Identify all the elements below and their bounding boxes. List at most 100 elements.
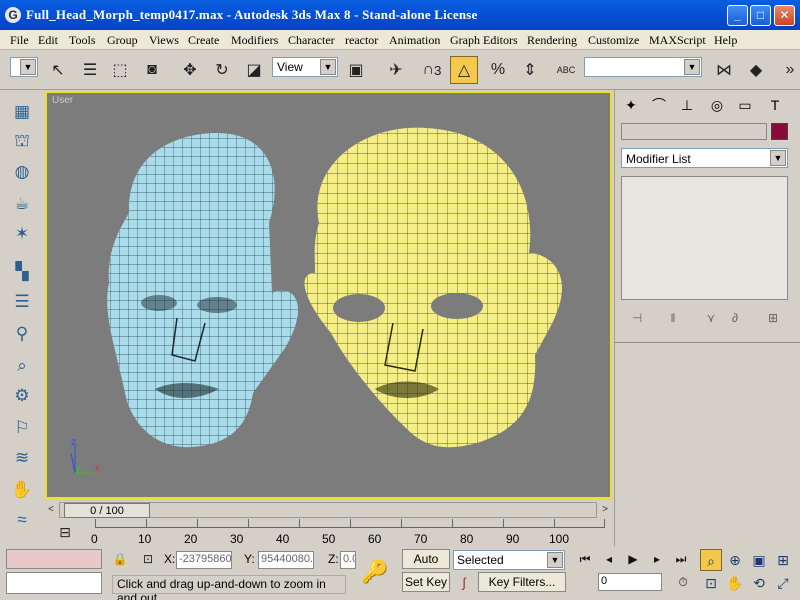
- hierarchy-tab-icon[interactable]: ⊥: [675, 94, 699, 116]
- menu-reactor[interactable]: reactor: [345, 33, 378, 48]
- menu-views[interactable]: Views: [149, 33, 179, 48]
- hand-icon[interactable]: ✋: [10, 478, 34, 502]
- time-slider-track[interactable]: 0 / 100: [59, 502, 597, 518]
- star-icon[interactable]: ✶: [10, 222, 34, 246]
- pin-stack-icon[interactable]: ⊣: [625, 308, 649, 328]
- modifier-list-dropdown[interactable]: Modifier List ▼: [621, 148, 788, 168]
- key-icon[interactable]: 🔑: [352, 549, 398, 595]
- menu-customize[interactable]: Customize: [588, 33, 639, 48]
- weathervane-icon[interactable]: ⚐: [10, 416, 34, 440]
- modify-tab-icon[interactable]: ⌒: [647, 94, 671, 116]
- move-icon[interactable]: ✥: [176, 56, 204, 84]
- menu-graph-editors[interactable]: Graph Editors: [450, 33, 518, 48]
- menu-rendering[interactable]: Rendering: [527, 33, 577, 48]
- show-end-result-icon[interactable]: ‖: [661, 308, 685, 328]
- set-key-button[interactable]: Set Key: [402, 572, 450, 592]
- camera-icon[interactable]: ⌕: [10, 354, 34, 378]
- percent-snap-icon[interactable]: %: [484, 56, 512, 84]
- box-icon[interactable]: ▦: [10, 100, 34, 124]
- x-coordinate-field[interactable]: -23795860: [176, 551, 232, 569]
- time-configuration-icon[interactable]: ⏱: [672, 572, 694, 592]
- curve-editor-icon[interactable]: ∫: [454, 572, 474, 592]
- teapot-icon[interactable]: ☕: [10, 192, 34, 216]
- rotate-icon[interactable]: ↻: [208, 56, 236, 84]
- menu-create[interactable]: Create: [188, 33, 219, 48]
- lock-selection-icon[interactable]: 🔒: [110, 549, 130, 569]
- gear-icon[interactable]: ⚙: [10, 384, 34, 408]
- go-to-start-icon[interactable]: ⏮: [574, 549, 596, 569]
- shirt-icon[interactable]: ⛫: [10, 130, 34, 154]
- spinner-snap-icon[interactable]: ⇕: [516, 56, 544, 84]
- motion-tab-icon[interactable]: ◎: [705, 94, 729, 116]
- snap-toggle-icon[interactable]: ∩ 3: [418, 56, 446, 84]
- time-slider-thumb[interactable]: 0 / 100: [64, 503, 150, 518]
- scale-icon[interactable]: ◪: [240, 56, 268, 84]
- bone-icon[interactable]: ⚲: [10, 322, 34, 346]
- zoom-icon[interactable]: ⌕: [700, 549, 722, 571]
- maxscript-listener-macro[interactable]: [6, 549, 102, 569]
- named-selection-dropdown[interactable]: ▼: [584, 57, 702, 77]
- previous-frame-icon[interactable]: ◂: [598, 549, 620, 569]
- toolbar-more-icon[interactable]: »: [776, 56, 800, 84]
- align-icon[interactable]: ◆: [742, 56, 770, 84]
- menu-file[interactable]: File: [10, 33, 29, 48]
- minimize-button[interactable]: _: [727, 5, 748, 26]
- play-icon[interactable]: ▶: [622, 549, 644, 569]
- angle-snap-icon[interactable]: △: [450, 56, 478, 84]
- menu-character[interactable]: Character: [288, 33, 335, 48]
- maximize-button[interactable]: □: [750, 5, 771, 26]
- selection-filter-dropdown[interactable]: ▼: [10, 57, 38, 77]
- create-tab-icon[interactable]: ✦: [619, 94, 643, 116]
- key-mode-dropdown[interactable]: Selected ▼: [453, 550, 565, 570]
- wave-icon[interactable]: ≈: [10, 508, 34, 532]
- modifier-stack[interactable]: [621, 176, 788, 300]
- auto-key-button[interactable]: Auto Key: [402, 549, 450, 584]
- select-object-icon[interactable]: ↖: [44, 56, 72, 84]
- right-head-mesh[interactable]: [304, 127, 562, 448]
- track-bar[interactable]: ⊟ 0 10 20 30 40 50 60 70 80 90 100: [45, 519, 612, 546]
- menu-animation[interactable]: Animation: [389, 33, 440, 48]
- menu-group[interactable]: Group: [107, 33, 138, 48]
- close-button[interactable]: ✕: [774, 5, 795, 26]
- key-filters-button[interactable]: Key Filters...: [478, 572, 566, 592]
- select-and-manipulate-icon[interactable]: ✈: [382, 56, 410, 84]
- edit-named-selection-icon[interactable]: ABC: [552, 56, 580, 84]
- utilities-tab-icon[interactable]: T: [763, 94, 787, 116]
- open-mini-curve-editor-icon[interactable]: ⊟: [53, 521, 77, 543]
- zoom-all-icon[interactable]: ⊕: [724, 549, 746, 571]
- mirror-icon[interactable]: ⋈: [710, 56, 738, 84]
- parameters-rollout[interactable]: [615, 342, 800, 542]
- time-next-button[interactable]: >: [599, 502, 611, 518]
- pan-icon[interactable]: ✋: [724, 572, 746, 594]
- object-name-field[interactable]: [621, 123, 767, 140]
- menu-help[interactable]: Help: [714, 33, 737, 48]
- y-coordinate-field[interactable]: 95440080.: [258, 551, 314, 569]
- time-prev-button[interactable]: <: [45, 502, 57, 518]
- zoom-extents-all-icon[interactable]: ⊞: [772, 549, 794, 571]
- make-unique-icon[interactable]: ⋎: [699, 308, 723, 328]
- current-frame-field[interactable]: 0: [598, 573, 662, 591]
- next-frame-icon[interactable]: ▸: [646, 549, 668, 569]
- select-by-name-icon[interactable]: ☰: [76, 56, 104, 84]
- app-icon[interactable]: G: [5, 7, 21, 23]
- stack-icon[interactable]: ☰: [10, 290, 34, 314]
- remove-modifier-icon[interactable]: ∂: [723, 308, 747, 328]
- menu-modifiers[interactable]: Modifiers: [231, 33, 278, 48]
- absolute-transform-icon[interactable]: ⊡: [138, 549, 158, 569]
- menu-tools[interactable]: Tools: [69, 33, 96, 48]
- checker-icon[interactable]: ▚: [10, 260, 34, 284]
- left-head-mesh[interactable]: [107, 133, 299, 448]
- selection-region-icon[interactable]: ⬚: [106, 56, 134, 84]
- menu-edit[interactable]: Edit: [38, 33, 58, 48]
- pivot-center-icon[interactable]: ▣: [342, 56, 370, 84]
- window-crossing-icon[interactable]: ◙: [138, 56, 166, 84]
- maxscript-listener-input[interactable]: [6, 572, 102, 594]
- menu-maxscript[interactable]: MAXScript: [649, 33, 706, 48]
- display-tab-icon[interactable]: ▭: [733, 94, 757, 116]
- region-zoom-icon[interactable]: ⊡: [700, 572, 722, 594]
- reference-coordinate-dropdown[interactable]: View ▼: [272, 57, 338, 77]
- configure-sets-icon[interactable]: ⊞: [761, 308, 785, 328]
- arc-rotate-icon[interactable]: ⟲: [748, 572, 770, 594]
- perspective-viewport[interactable]: User z y x: [45, 91, 612, 499]
- object-color-swatch[interactable]: [771, 123, 788, 140]
